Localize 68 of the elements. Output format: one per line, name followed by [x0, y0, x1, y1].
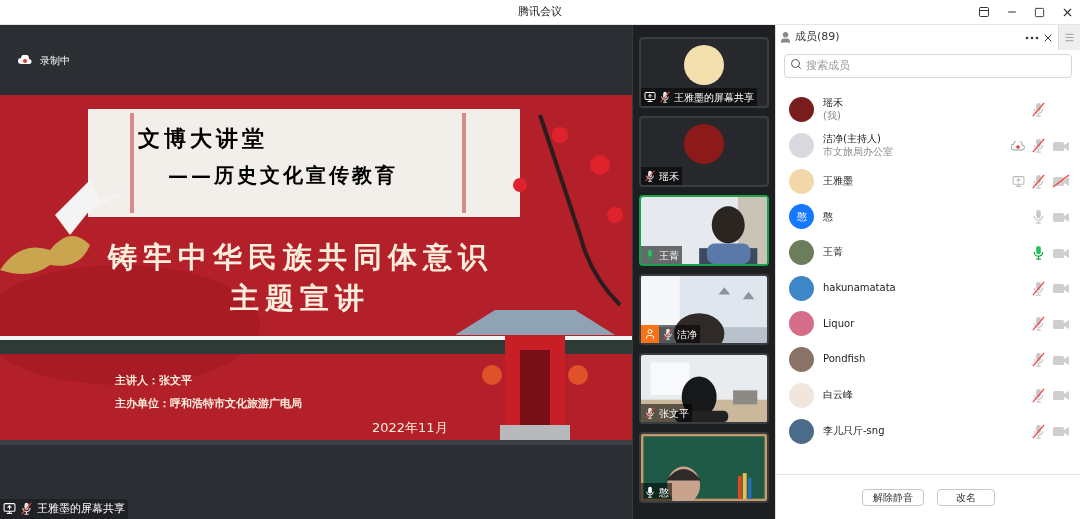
member-name: 王菁	[823, 246, 843, 259]
pin-window-icon[interactable]	[978, 6, 990, 18]
member-row[interactable]: 瑶禾 (我)	[776, 92, 1080, 128]
member-name: Liquor	[823, 317, 855, 331]
slide-title: 铸牢中华民族共同体意识	[107, 243, 493, 272]
member-name: hakunamatata	[823, 282, 896, 295]
slide-detail: 主讲人：张文平	[115, 375, 193, 386]
menu-icon	[1064, 32, 1075, 43]
panel-button[interactable]: 改名	[936, 488, 995, 506]
member-row[interactable]: hakunamatata	[776, 270, 1080, 307]
avatar	[789, 168, 814, 194]
member-row[interactable]: Liquor	[776, 306, 1080, 342]
search-field[interactable]: 搜索成员	[784, 53, 1072, 78]
more-icon[interactable]	[1025, 35, 1039, 40]
member-name: 瑶禾	[823, 97, 843, 110]
member-row[interactable]: 李儿只斤-sng	[776, 413, 1080, 449]
member-row[interactable]: 白云峰	[776, 377, 1080, 414]
slide-subheading: ——历史文化宣传教育	[168, 165, 399, 185]
avatar	[789, 311, 814, 337]
avatar	[789, 275, 814, 301]
slide-heading: 文博大讲堂	[138, 127, 269, 149]
member-name: 洁净(主持人)	[823, 133, 882, 146]
member-row[interactable]: 王菁	[776, 234, 1080, 271]
video-tile[interactable]: 张文平	[639, 353, 769, 424]
slide-date: 2022年11月	[372, 421, 449, 434]
video-tile[interactable]: 憨	[639, 432, 769, 503]
member-note: (我)	[823, 109, 842, 123]
screen-share-label: 王雅墨的屏幕共享	[0, 498, 128, 519]
avatar	[684, 45, 724, 85]
recording-label: 录制中	[40, 53, 70, 68]
participant-label: 王雅墨的屏幕共享	[641, 88, 757, 106]
participant-label: 洁净	[659, 325, 700, 343]
members-icon	[779, 31, 792, 44]
video-tile[interactable]: 洁净	[639, 274, 769, 345]
participant-label: 憨	[641, 483, 672, 501]
avatar: 憨	[789, 204, 814, 230]
maximize-icon[interactable]	[1034, 6, 1045, 18]
avatar	[789, 347, 814, 373]
slide-detail: 主办单位：呼和浩特市文化旅游广电局	[115, 398, 303, 409]
avatar	[789, 133, 814, 159]
window-title: 腾讯会议	[518, 3, 562, 20]
member-name: 王雅墨	[823, 174, 853, 188]
member-row[interactable]: 洁净(主持人) 市文旅局办公室	[776, 127, 1080, 164]
member-row[interactable]: 王雅墨	[776, 163, 1080, 200]
participant-label: 瑶禾	[641, 167, 682, 185]
avatar	[789, 418, 814, 444]
member-name: 李儿只斤-sng	[823, 424, 885, 438]
member-row[interactable]: 憨 憨	[776, 199, 1080, 235]
slide-title: 主题宣讲	[230, 284, 370, 313]
member-name: 憨	[823, 210, 833, 224]
video-tile[interactable]: 王雅墨的屏幕共享	[639, 37, 769, 108]
member-name: Pondfish	[823, 353, 866, 366]
avatar	[789, 97, 814, 123]
cloud-record-icon	[18, 55, 32, 65]
member-note: 市文旅局办公室	[823, 145, 893, 159]
panel-button[interactable]: 解除静音	[861, 488, 924, 506]
screen-share-icon	[3, 502, 16, 516]
members-title: 成员(89)	[795, 29, 840, 46]
member-name: 白云峰	[823, 389, 853, 402]
video-tile[interactable]: 王菁	[639, 195, 769, 266]
avatar	[789, 240, 814, 266]
search-icon	[790, 58, 802, 70]
avatar	[684, 124, 724, 164]
participant-label: 张文平	[641, 404, 692, 422]
video-tile[interactable]: 瑶禾	[639, 116, 769, 187]
participant-label: 王菁	[641, 246, 682, 264]
avatar	[789, 382, 814, 408]
member-row[interactable]: Pondfish	[776, 341, 1080, 378]
